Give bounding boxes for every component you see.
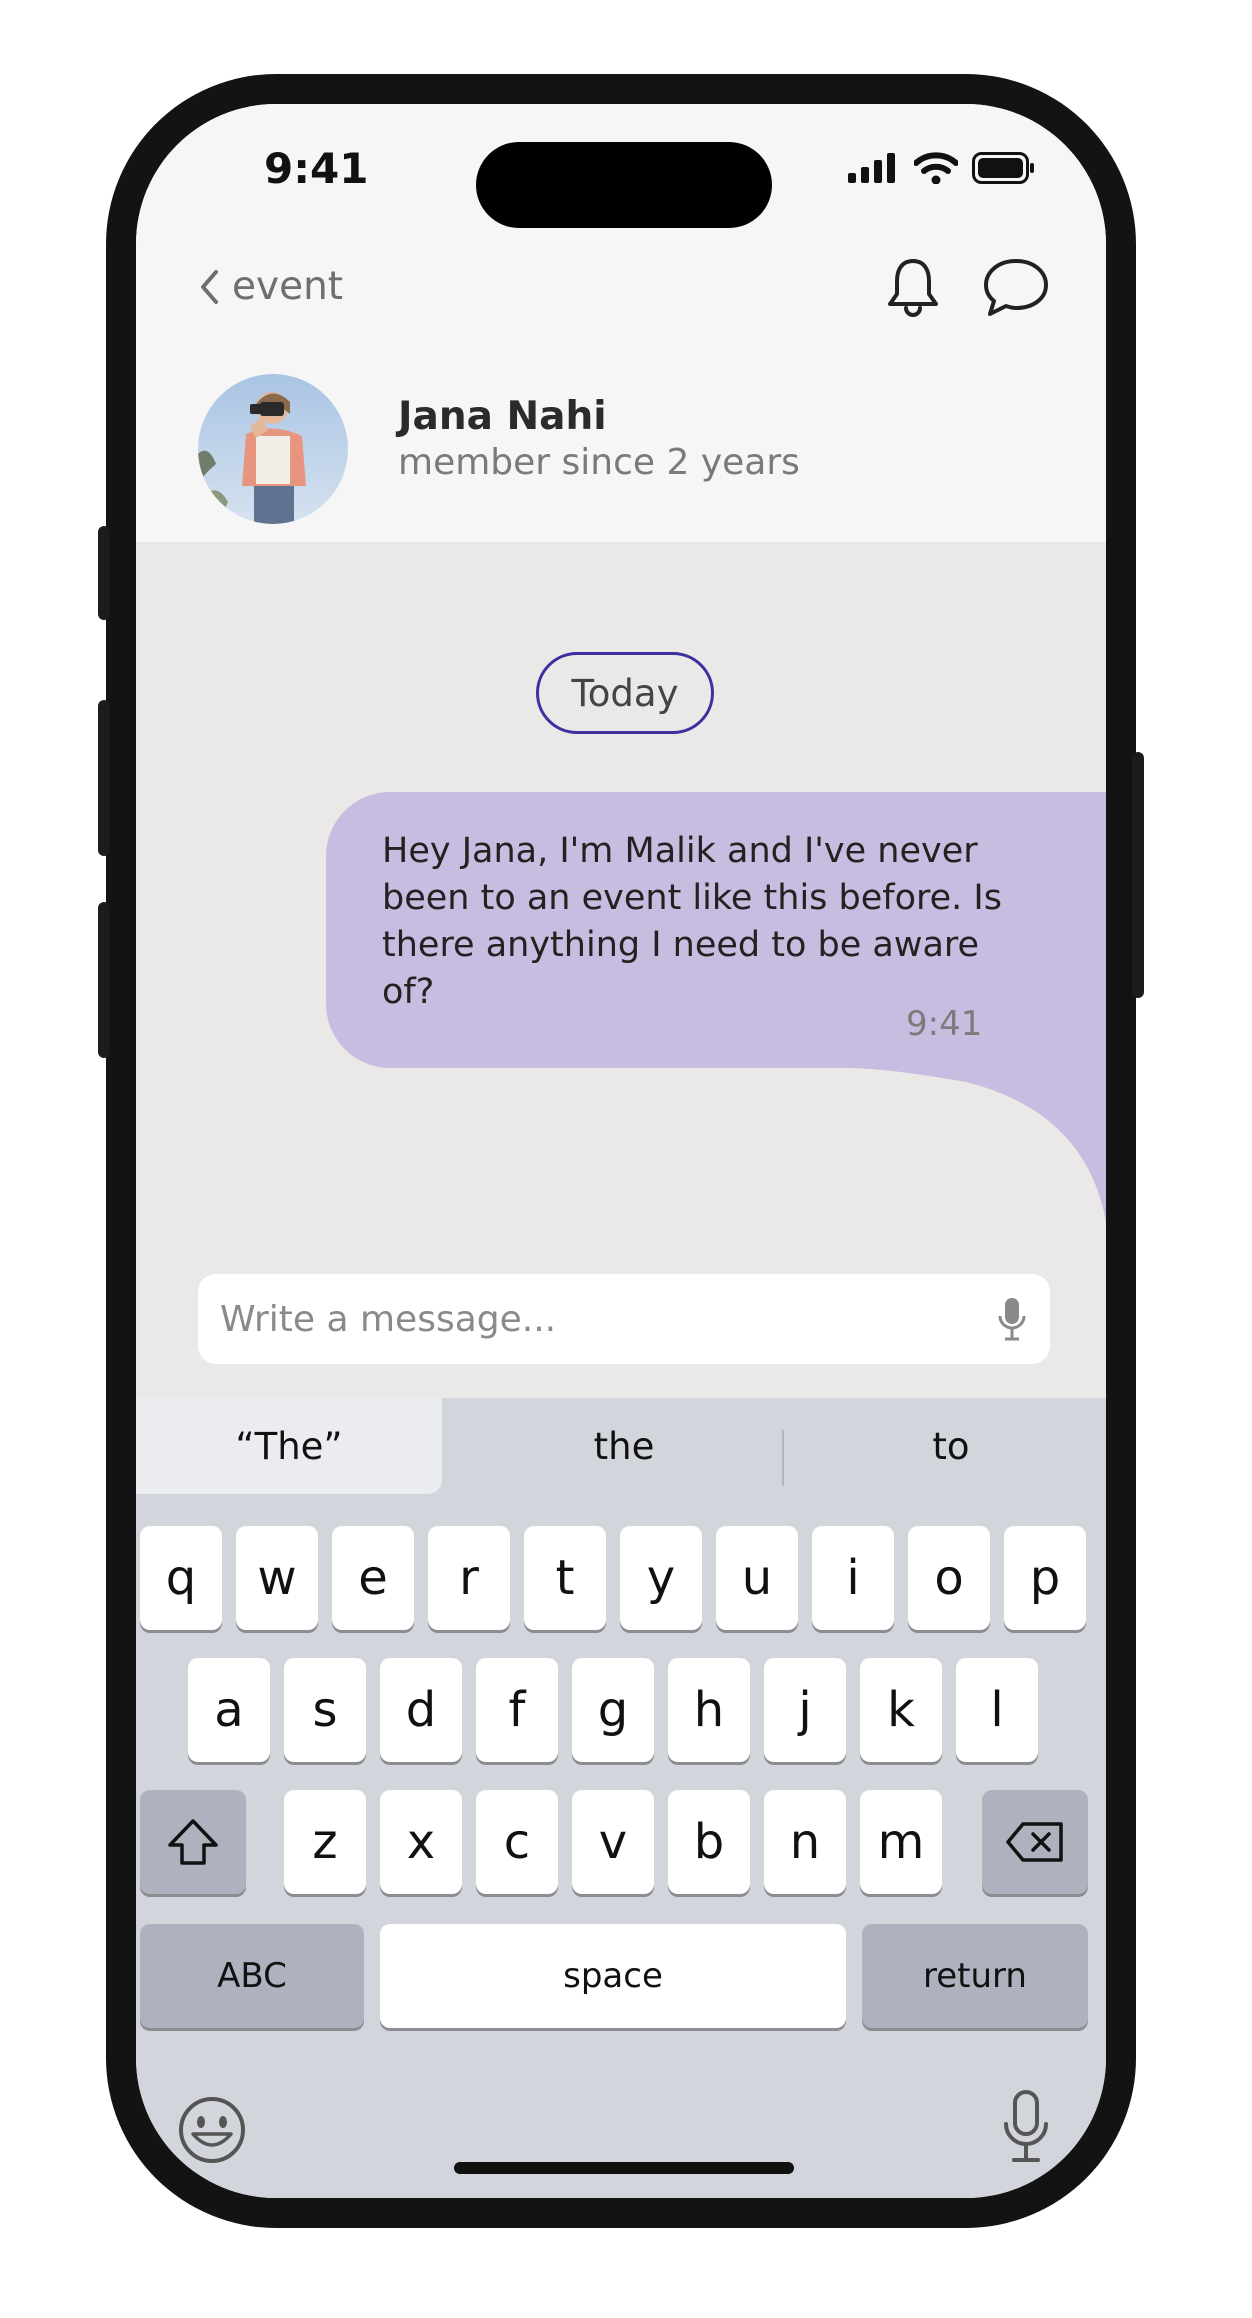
header-actions bbox=[884, 256, 1050, 318]
volume-down-button bbox=[98, 902, 110, 1058]
key-k[interactable]: k bbox=[860, 1658, 942, 1762]
key-h[interactable]: h bbox=[668, 1658, 750, 1762]
side-button bbox=[1132, 752, 1144, 998]
message-bubble-body: Hey Jana, I'm Malik and I've never been … bbox=[326, 792, 1106, 1068]
battery-icon bbox=[972, 152, 1034, 184]
message-input-placeholder: Write a message... bbox=[220, 1298, 557, 1340]
key-i[interactable]: i bbox=[812, 1526, 894, 1630]
key-y[interactable]: y bbox=[620, 1526, 702, 1630]
message-input[interactable]: Write a message... bbox=[198, 1274, 1050, 1364]
message-text: Hey Jana, I'm Malik and I've never been … bbox=[382, 831, 1002, 1012]
back-label: event bbox=[232, 264, 344, 309]
suggestion-1[interactable]: “The” bbox=[136, 1398, 442, 1494]
key-f[interactable]: f bbox=[476, 1658, 558, 1762]
volume-up-button bbox=[98, 700, 110, 856]
status-time: 9:41 bbox=[264, 144, 369, 193]
date-chip: Today bbox=[536, 652, 714, 734]
chevron-left-icon bbox=[201, 269, 218, 304]
key-u[interactable]: u bbox=[716, 1526, 798, 1630]
microphone-icon[interactable] bbox=[996, 1296, 1028, 1342]
key-l[interactable]: l bbox=[956, 1658, 1038, 1762]
key-z[interactable]: z bbox=[284, 1790, 366, 1894]
signal-icon bbox=[848, 153, 895, 183]
chat-bubble-icon[interactable] bbox=[982, 256, 1050, 318]
key-w[interactable]: w bbox=[236, 1526, 318, 1630]
key-n[interactable]: n bbox=[764, 1790, 846, 1894]
message-bubble: Hey Jana, I'm Malik and I've never been … bbox=[326, 792, 1106, 1222]
key-m[interactable]: m bbox=[860, 1790, 942, 1894]
key-t[interactable]: t bbox=[524, 1526, 606, 1630]
suggestion-divider bbox=[782, 1430, 784, 1486]
key-r[interactable]: r bbox=[428, 1526, 510, 1630]
backspace-icon bbox=[1006, 1822, 1063, 1862]
wifi-icon bbox=[914, 152, 958, 184]
suggestion-2[interactable]: the bbox=[466, 1398, 782, 1494]
contact-name: Jana Nahi bbox=[398, 394, 607, 439]
dictation-icon[interactable] bbox=[998, 2088, 1054, 2168]
shift-icon bbox=[168, 1819, 218, 1865]
action-button bbox=[98, 526, 110, 620]
shift-key[interactable] bbox=[140, 1790, 246, 1894]
key-e[interactable]: e bbox=[332, 1526, 414, 1630]
key-o[interactable]: o bbox=[908, 1526, 990, 1630]
key-a[interactable]: a bbox=[188, 1658, 270, 1762]
bell-icon[interactable] bbox=[884, 256, 942, 318]
key-b[interactable]: b bbox=[668, 1790, 750, 1894]
keyboard: “The” the to q w e r t y u i o p a s d f… bbox=[136, 1398, 1106, 2198]
key-g[interactable]: g bbox=[572, 1658, 654, 1762]
key-d[interactable]: d bbox=[380, 1658, 462, 1762]
status-icons bbox=[848, 152, 1036, 184]
abc-key[interactable]: ABC bbox=[140, 1924, 364, 2028]
message-time: 9:41 bbox=[906, 1004, 983, 1044]
key-c[interactable]: c bbox=[476, 1790, 558, 1894]
suggestion-3[interactable]: to bbox=[796, 1398, 1106, 1494]
space-key[interactable]: space bbox=[380, 1924, 846, 2028]
home-indicator[interactable] bbox=[454, 2162, 794, 2174]
key-v[interactable]: v bbox=[572, 1790, 654, 1894]
key-p[interactable]: p bbox=[1004, 1526, 1086, 1630]
emoji-icon[interactable] bbox=[176, 2094, 248, 2166]
return-key[interactable]: return bbox=[862, 1924, 1088, 2028]
key-q[interactable]: q bbox=[140, 1526, 222, 1630]
delete-key[interactable] bbox=[982, 1790, 1088, 1894]
dynamic-island bbox=[476, 142, 772, 228]
contact-subtitle: member since 2 years bbox=[398, 442, 800, 483]
avatar[interactable] bbox=[198, 374, 348, 524]
screen: 9:41 event Jana Nahi member since 2 year… bbox=[136, 104, 1106, 2198]
key-j[interactable]: j bbox=[764, 1658, 846, 1762]
back-button[interactable]: event bbox=[198, 264, 343, 309]
key-s[interactable]: s bbox=[284, 1658, 366, 1762]
key-x[interactable]: x bbox=[380, 1790, 462, 1894]
